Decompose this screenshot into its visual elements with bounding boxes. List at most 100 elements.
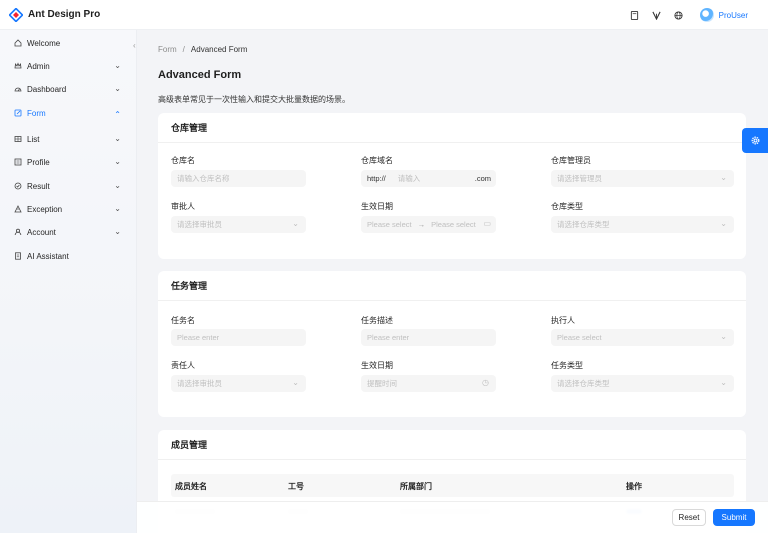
top-header: Ant Design Pro ProUser	[0, 0, 768, 30]
sidebar-item-label: AI Assistant	[27, 251, 69, 261]
chevron-down-icon: ⌄	[114, 227, 121, 236]
column-header: 成员姓名	[175, 482, 207, 491]
owner-label: 责任人	[171, 361, 195, 370]
sidebar-item-label: Form	[27, 108, 46, 118]
card-title: 成员管理	[158, 430, 746, 460]
page-description: 高级表单常见于一次性输入和提交大批量数据的场景。	[158, 95, 350, 104]
chevron-down-icon: ⌄	[114, 181, 121, 190]
input-placeholder: Please enter	[177, 333, 220, 342]
chevron-down-icon: ⌄	[292, 219, 299, 228]
breadcrumb-current: Advanced Form	[190, 45, 248, 54]
sidebar-item-label: Dashboard	[27, 84, 67, 94]
card-title: 任务管理	[158, 271, 746, 301]
breadcrumb-separator: /	[182, 45, 185, 54]
sidebar-item-result[interactable]: Result ⌄	[0, 177, 137, 195]
task-name-label: 任务名	[171, 316, 195, 325]
task-desc-label: 任务描述	[361, 316, 393, 325]
input-placeholder: 请选择仓库类型	[557, 379, 610, 388]
warehouse-card: 仓库管理 仓库名 请输入仓库名称 仓库域名 http:// 请输入 .com 仓…	[158, 113, 746, 259]
sidebar-item-profile[interactable]: Profile ⌄	[0, 153, 137, 171]
calendar-icon: ▭	[483, 219, 491, 228]
chevron-down-icon: ⌄	[292, 378, 299, 387]
warehouse-domain-input[interactable]: http:// 请输入 .com	[361, 170, 496, 187]
home-icon	[14, 38, 23, 48]
task-name-input[interactable]: Please enter	[171, 329, 306, 346]
sidebar-item-list[interactable]: List ⌄	[0, 130, 137, 148]
sidebar-item-admin[interactable]: Admin ⌄	[0, 57, 137, 75]
effective-date-label: 生效日期	[361, 202, 393, 211]
gear-icon	[751, 136, 759, 145]
warehouse-type-select[interactable]: 请选择仓库类型 ⌄	[551, 216, 734, 233]
domain-suffix: .com	[474, 174, 491, 183]
input-placeholder: 请选择审批员	[177, 220, 222, 229]
task-time-picker[interactable]: 提醒时间 ◷	[361, 375, 496, 392]
sidebar-item-exception[interactable]: Exception ⌄	[0, 200, 137, 218]
executor-select[interactable]: Please select ⌄	[551, 329, 734, 346]
column-header: 操作	[626, 482, 642, 491]
sidebar-item-form[interactable]: Form ⌃	[0, 104, 137, 122]
arrow-right-icon: →	[417, 220, 426, 229]
task-type-label: 任务类型	[551, 361, 583, 370]
warehouse-name-input[interactable]: 请输入仓库名称	[171, 170, 306, 187]
chevron-up-icon: ⌃	[114, 110, 121, 119]
crown-icon	[14, 61, 23, 71]
input-placeholder: Please select	[557, 333, 602, 342]
main-content: Form / Advanced Form Advanced Form 高级表单常…	[137, 30, 768, 533]
owner-select[interactable]: 请选择审批员 ⌄	[171, 375, 306, 392]
ant-design-logo-icon	[9, 7, 23, 22]
chevron-down-icon: ⌄	[114, 157, 121, 166]
sidebar-item-welcome[interactable]: Welcome	[0, 34, 137, 52]
chevron-down-icon: ⌄	[114, 134, 121, 143]
sidebar-item-label: Account	[27, 227, 56, 237]
sidebar: ‹ Welcome Admin ⌄ Dashboard ⌄ Form ⌃ Lis…	[0, 30, 137, 533]
sidebar-item-label: List	[27, 134, 40, 144]
warehouse-admin-select[interactable]: 请选择管理员 ⌄	[551, 170, 734, 187]
column-header: 所属部门	[400, 482, 432, 491]
task-type-select[interactable]: 请选择仓库类型 ⌄	[551, 375, 734, 392]
github-icon[interactable]	[650, 8, 664, 22]
chevron-down-icon: ⌄	[720, 173, 727, 182]
sidebar-item-label: Admin	[27, 61, 50, 71]
task-desc-input[interactable]: Please enter	[361, 329, 496, 346]
profile-icon	[14, 158, 23, 167]
approver-select[interactable]: 请选择审批员 ⌄	[171, 216, 306, 233]
chevron-down-icon: ⌄	[114, 204, 121, 213]
sidebar-item-label: Exception	[27, 204, 63, 214]
avatar	[699, 8, 714, 22]
effective-date-range-picker[interactable]: Please select → Please select ▭	[361, 216, 496, 233]
date-start-placeholder: Please select	[367, 220, 412, 229]
page-title: Advanced Form	[158, 69, 242, 81]
breadcrumb-link-form[interactable]: Form	[158, 45, 177, 54]
form-icon	[14, 109, 23, 118]
check-circle-icon	[14, 182, 23, 191]
input-placeholder: 请选择仓库类型	[557, 220, 610, 229]
user-icon	[14, 228, 23, 237]
sidebar-item-ai-assistant[interactable]: AI Assistant	[0, 247, 137, 265]
input-placeholder: 请输入仓库名称	[177, 174, 230, 183]
warehouse-type-label: 仓库类型	[551, 202, 583, 211]
chevron-down-icon: ⌄	[114, 84, 121, 93]
sidebar-item-account[interactable]: Account ⌄	[0, 223, 137, 241]
submit-button[interactable]: Submit	[713, 509, 755, 526]
reset-button[interactable]: Reset	[672, 509, 706, 526]
user-menu[interactable]: ProUser	[699, 8, 748, 22]
input-placeholder: 请输入	[397, 174, 421, 183]
settings-drawer-button[interactable]	[742, 128, 768, 153]
approver-label: 审批人	[171, 202, 195, 211]
sidebar-item-label: Result	[27, 181, 50, 191]
domain-prefix: http://	[367, 174, 386, 183]
app-logo[interactable]: Ant Design Pro	[9, 7, 101, 22]
chevron-down-icon: ⌄	[720, 332, 727, 341]
members-table-header: 成员姓名 工号 所属部门 操作	[171, 474, 734, 497]
input-placeholder: 请选择管理员	[557, 174, 602, 183]
language-icon[interactable]	[672, 8, 686, 22]
warehouse-name-label: 仓库名	[171, 156, 195, 165]
user-name: ProUser	[718, 10, 748, 20]
task-date-label: 生效日期	[361, 361, 393, 370]
clock-icon: ◷	[482, 378, 489, 387]
doc-icon[interactable]	[628, 8, 642, 22]
input-placeholder: 提醒时间	[367, 379, 397, 388]
card-title: 仓库管理	[158, 113, 746, 143]
app-title: Ant Design Pro	[28, 9, 101, 20]
sidebar-item-dashboard[interactable]: Dashboard ⌄	[0, 80, 137, 98]
